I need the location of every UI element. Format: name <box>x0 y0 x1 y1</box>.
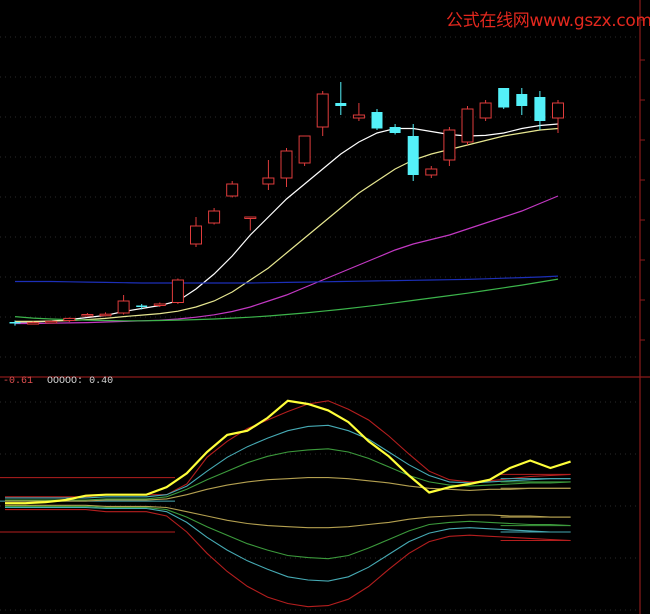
candle-body <box>244 216 257 219</box>
candle-body <box>371 112 383 129</box>
indicator-value-2: 0.40 <box>89 376 114 387</box>
candle-body <box>27 322 40 325</box>
candle-body <box>117 300 130 314</box>
candle-body <box>552 102 564 119</box>
candle-body <box>443 129 456 161</box>
candle-body <box>461 108 474 143</box>
candle-body <box>226 183 239 197</box>
oscillator-band-line <box>5 424 571 499</box>
candle-body <box>99 313 112 317</box>
candle-body <box>534 97 546 121</box>
candle-body <box>335 103 347 106</box>
moving-average-line <box>15 195 559 325</box>
price-panel-grid <box>0 36 640 358</box>
candle-body <box>479 102 492 119</box>
candle-body <box>298 135 311 164</box>
indicator-readout: -0.61 OOOOO: 0.40 <box>3 376 113 387</box>
price-panel-frame <box>0 0 650 614</box>
oscillator-band-line <box>5 506 571 582</box>
candle-body <box>171 279 184 303</box>
candle-body <box>136 305 148 307</box>
candle-body <box>498 88 510 108</box>
candle-body <box>516 94 528 106</box>
indicator-name: OOOOO: <box>47 376 84 387</box>
candle-body <box>190 225 202 245</box>
indicator-value-1: -0.61 <box>3 376 34 387</box>
candle-body <box>81 314 94 317</box>
stock-chart[interactable] <box>0 0 650 614</box>
candle-body <box>153 303 166 306</box>
candle-body <box>280 150 293 179</box>
candle-body <box>352 114 365 119</box>
candle-body <box>63 317 76 321</box>
candle-body <box>407 136 419 175</box>
candle-body <box>208 210 221 224</box>
moving-average-line <box>15 275 559 284</box>
watermark-text: 公式在线网www.gszx.com.cn <box>446 11 650 31</box>
oscillator-band-line <box>5 505 571 560</box>
oscillator-band-line <box>5 448 571 501</box>
candlestick-series <box>9 82 564 326</box>
candle-body <box>316 93 329 128</box>
oscillator-band-line <box>5 504 571 529</box>
candle-body <box>9 322 21 324</box>
oscillator-bands <box>5 400 571 608</box>
candle-body <box>425 168 438 176</box>
candle-body <box>262 177 275 185</box>
candle-body <box>45 320 58 324</box>
moving-average-line <box>14 278 559 322</box>
candle-body <box>389 127 401 133</box>
